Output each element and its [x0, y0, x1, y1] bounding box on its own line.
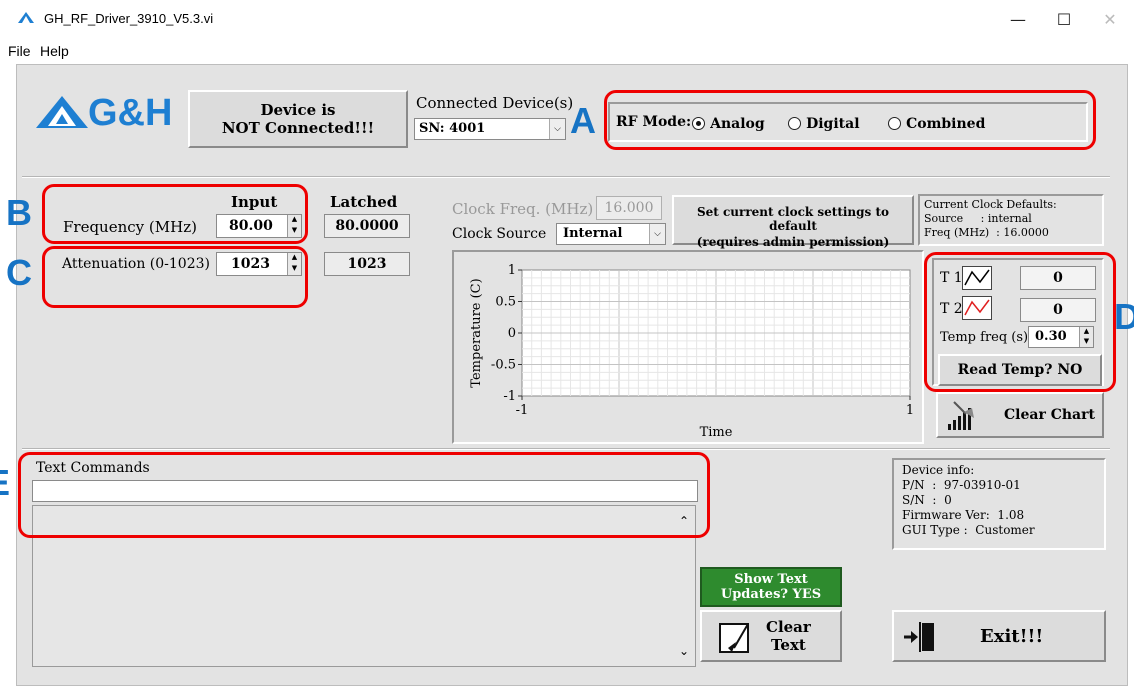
connected-devices-label: Connected Device(s) [416, 94, 574, 112]
frequency-latched: 80.0000 [324, 214, 410, 238]
x-axis-label: Time [700, 425, 733, 440]
highlight-e [18, 452, 710, 538]
chevron-down-icon[interactable]: ⌵ [649, 224, 665, 244]
menu-help[interactable]: Help [40, 43, 69, 59]
callout-c: C [6, 252, 32, 293]
scroll-down-icon[interactable]: ⌄ [679, 644, 689, 658]
show-text-updates-button[interactable]: Show Text Updates? YES [700, 567, 842, 607]
clock-source-value: Internal [563, 226, 623, 241]
callout-a: A [570, 100, 596, 141]
clear-text-icon [719, 623, 749, 653]
clear-text-line1: Clear [766, 618, 811, 636]
show-text-line2: Updates? YES [720, 587, 822, 602]
y-tick-label: 1 [508, 263, 516, 278]
chevron-down-icon[interactable]: ⌵ [549, 119, 565, 139]
minimize-button[interactable]: — [998, 6, 1038, 34]
window-title: GH_RF_Driver_3910_V5.3.vi [44, 11, 214, 26]
connection-status-button[interactable]: Device is NOT Connected!!! [188, 90, 408, 148]
set-clock-default-line1: Set current clock settings to default [696, 205, 890, 233]
menu-file[interactable]: File [8, 43, 31, 59]
latched-header: Latched [330, 193, 398, 211]
callout-b: B [6, 192, 32, 233]
logo-text: G&H [88, 92, 173, 134]
set-clock-default-button[interactable]: Set current clock settings to default (r… [672, 195, 914, 249]
logo-icon [36, 96, 88, 128]
device-info-gui-type: GUI Type : Customer [902, 523, 1035, 537]
clear-text-line2: Text [770, 636, 806, 654]
exit-door-icon [904, 622, 934, 652]
header-divider [22, 176, 1110, 178]
temperature-chart: 1 0.5 0 -0.5 -1-1 1 Time Temperature (C) [469, 263, 914, 440]
callout-d: D [1114, 296, 1134, 337]
clock-defaults-source: Source : internal [924, 212, 1032, 225]
highlight-c [42, 246, 308, 308]
y-tick-label: 0.5 [495, 295, 516, 310]
connection-status-line2: NOT Connected!!! [221, 119, 375, 137]
callout-e: E [0, 462, 10, 504]
y-tick-label: -0.5 [491, 358, 516, 373]
exit-button[interactable]: Exit!!! [892, 610, 1106, 662]
close-button[interactable]: ✕ [1090, 6, 1130, 34]
device-info-pn: P/N : 97-03910-01 [902, 478, 1021, 492]
device-info-title: Device info: [902, 463, 975, 477]
clock-defaults-title: Current Clock Defaults: [924, 198, 1057, 211]
title-bar: GH_RF_Driver_3910_V5.3.vi — ☐ ✕ [0, 0, 1134, 40]
menu-bar: File Help [0, 40, 1134, 62]
device-select[interactable]: SN: 4001 ⌵ [414, 118, 566, 140]
connection-status-line1: Device is [260, 101, 336, 119]
attenuation-latched-value: 1023 [347, 256, 387, 272]
maximize-button[interactable]: ☐ [1044, 6, 1084, 34]
lower-divider [22, 448, 1110, 450]
clock-source-select[interactable]: Internal ⌵ [556, 223, 666, 245]
attenuation-latched: 1023 [324, 252, 410, 276]
device-info-sn: S/N : 0 [902, 493, 952, 507]
clock-freq-field: 16.000 [596, 196, 662, 220]
clear-text-label: Clear Text [766, 618, 811, 654]
y-axis-label: Temperature (C) [469, 278, 484, 387]
x-tick-label: -1 [516, 403, 529, 418]
frequency-latched-value: 80.0000 [335, 218, 399, 234]
clock-freq-value: 16.000 [604, 200, 654, 216]
clear-text-button[interactable]: Clear Text [700, 610, 842, 662]
highlight-d [924, 252, 1116, 392]
show-text-line1: Show Text [734, 572, 808, 587]
app-icon [18, 12, 34, 23]
device-info-firmware: Firmware Ver: 1.08 [902, 508, 1025, 522]
device-select-value: SN: 4001 [419, 121, 486, 136]
clear-chart-label: Clear Chart [1004, 407, 1095, 423]
device-info-box: Device info: P/N : 97-03910-01 S/N : 0 F… [892, 458, 1106, 550]
broom-chart-icon [948, 401, 974, 430]
clock-freq-label: Clock Freq. (MHz) [452, 200, 594, 218]
highlight-b [42, 184, 308, 244]
highlight-a [604, 90, 1096, 150]
x-tick-label: 1 [906, 403, 914, 418]
y-tick-label: -1 [503, 389, 516, 404]
clear-chart-button[interactable]: Clear Chart [936, 392, 1104, 438]
clock-defaults-freq: Freq (MHz) : 16.0000 [924, 226, 1049, 239]
set-clock-default-line2: (requires admin permission) [696, 235, 890, 249]
clock-source-label: Clock Source [452, 226, 547, 242]
clock-defaults-box: Current Clock Defaults: Source : interna… [918, 194, 1104, 246]
y-tick-label: 0 [508, 326, 516, 341]
exit-label: Exit!!! [980, 626, 1044, 647]
